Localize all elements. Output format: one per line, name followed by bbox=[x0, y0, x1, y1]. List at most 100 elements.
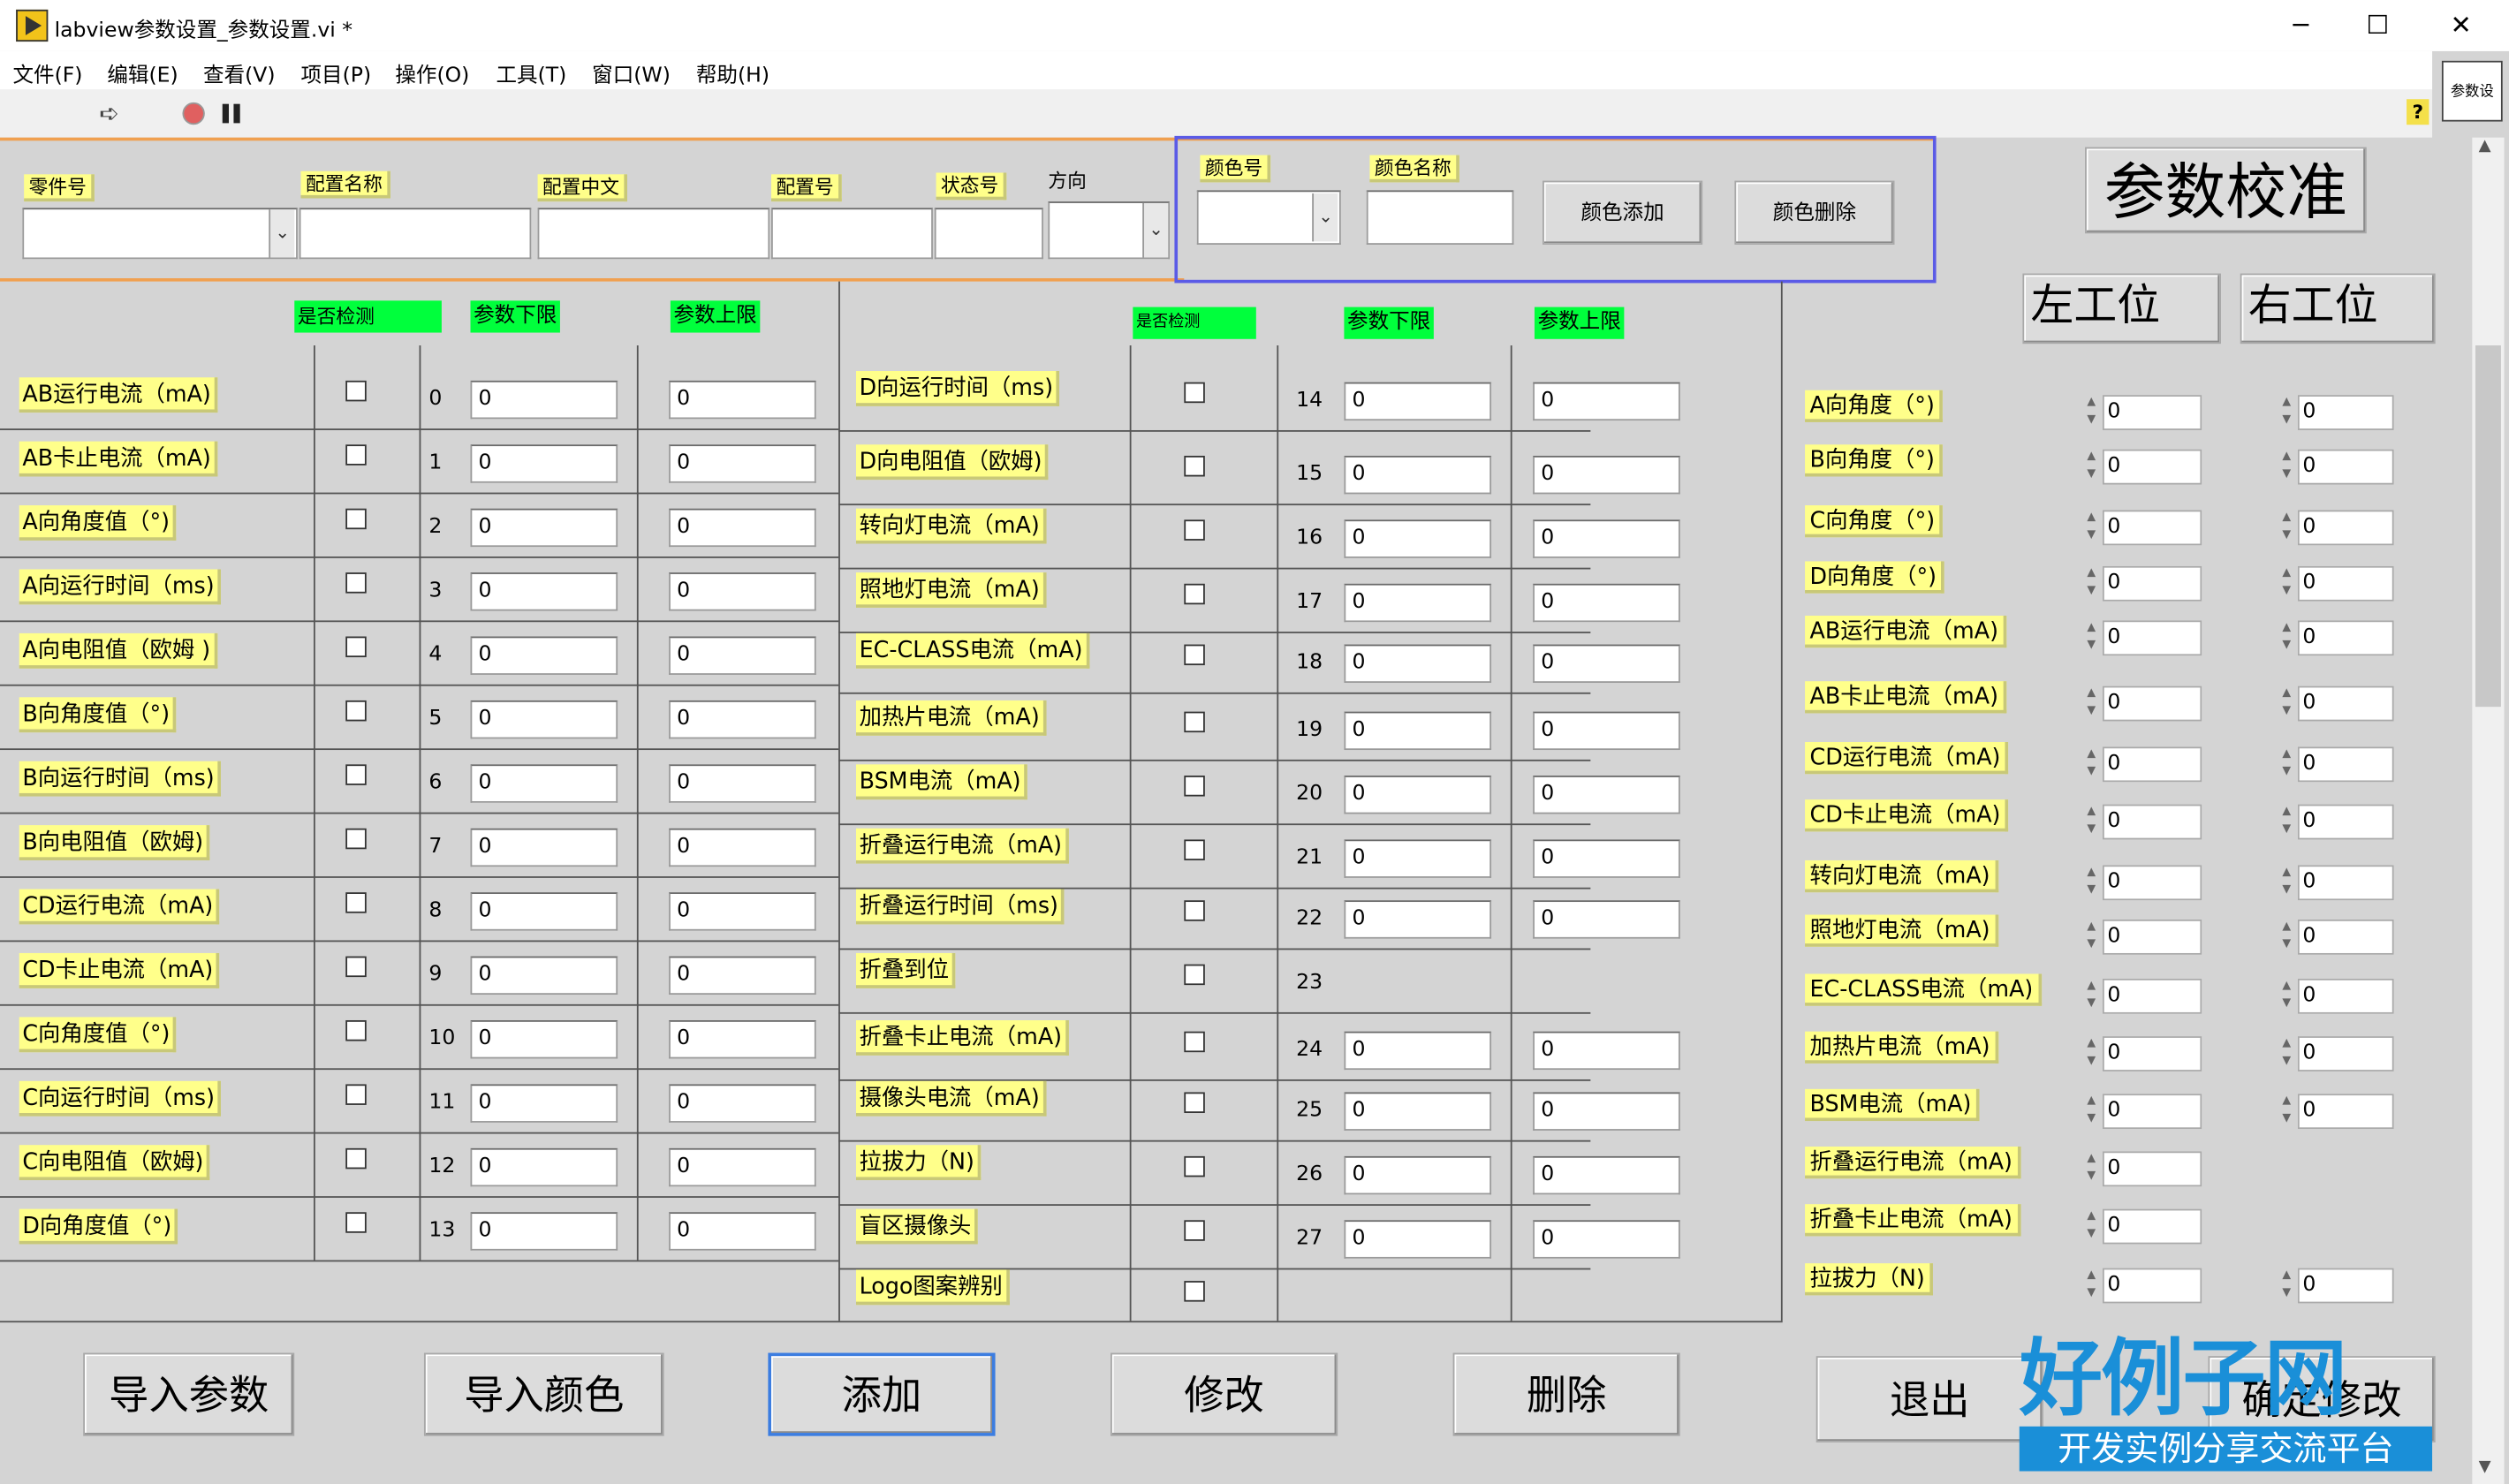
spinner-arrows-icon[interactable]: ▲​▼ bbox=[2083, 864, 2099, 902]
config-no-input[interactable] bbox=[771, 208, 933, 260]
param-check-checkbox[interactable] bbox=[345, 444, 367, 466]
color-add-button[interactable]: 颜色添加 bbox=[1543, 180, 1703, 245]
param-lower-input[interactable]: 0 bbox=[470, 956, 618, 996]
calib-left-input[interactable]: 0 bbox=[2102, 865, 2202, 901]
calib-right-input[interactable]: 0 bbox=[2297, 865, 2394, 901]
param-lower-input[interactable]: 0 bbox=[1344, 1031, 1492, 1071]
param-upper-input[interactable]: 0 bbox=[1533, 382, 1680, 421]
spinner-arrows-icon[interactable]: ▲​▼ bbox=[2083, 393, 2099, 431]
param-lower-input[interactable]: 0 bbox=[470, 700, 618, 739]
param-lower-input[interactable]: 0 bbox=[470, 444, 618, 483]
spinner-arrows-icon[interactable]: ▲​▼ bbox=[2083, 619, 2099, 657]
spinner-arrows-icon[interactable]: ▲​▼ bbox=[2083, 509, 2099, 547]
delete-button[interactable]: 删除 bbox=[1452, 1352, 1680, 1436]
calib-right-input[interactable]: 0 bbox=[2297, 620, 2394, 656]
param-lower-input[interactable]: 0 bbox=[470, 1019, 618, 1059]
param-check-checkbox[interactable] bbox=[1184, 964, 1205, 986]
pause-icon[interactable] bbox=[222, 103, 230, 124]
param-upper-input[interactable]: 0 bbox=[1533, 1220, 1680, 1259]
spinner-arrows-icon[interactable]: ▲​▼ bbox=[2278, 977, 2294, 1015]
param-lower-input[interactable]: 0 bbox=[1344, 1092, 1492, 1131]
calib-left-input[interactable]: 0 bbox=[2102, 565, 2202, 602]
param-check-checkbox[interactable] bbox=[345, 380, 367, 402]
param-upper-input[interactable]: 0 bbox=[669, 1147, 816, 1187]
scroll-up-icon[interactable]: ▲ bbox=[2479, 138, 2491, 155]
import-colors-button[interactable]: 导入颜色 bbox=[423, 1352, 664, 1436]
param-upper-input[interactable]: 0 bbox=[1533, 1155, 1680, 1195]
import-params-button[interactable]: 导入参数 bbox=[83, 1352, 295, 1436]
param-lower-input[interactable]: 0 bbox=[1344, 711, 1492, 751]
spinner-arrows-icon[interactable]: ▲​▼ bbox=[2278, 1034, 2294, 1072]
calib-right-input[interactable]: 0 bbox=[2297, 1094, 2394, 1130]
spinner-arrows-icon[interactable]: ▲​▼ bbox=[2083, 746, 2099, 784]
calib-left-input[interactable]: 0 bbox=[2102, 510, 2202, 546]
spinner-arrows-icon[interactable]: ▲​▼ bbox=[2278, 685, 2294, 723]
spinner-arrows-icon[interactable]: ▲​▼ bbox=[2083, 803, 2099, 841]
calib-right-input[interactable]: 0 bbox=[2297, 449, 2394, 485]
modify-button[interactable]: 修改 bbox=[1110, 1352, 1338, 1436]
calib-right-input[interactable]: 0 bbox=[2297, 565, 2394, 602]
calib-right-input[interactable]: 0 bbox=[2297, 395, 2394, 430]
param-check-checkbox[interactable] bbox=[1184, 1092, 1205, 1113]
param-upper-input[interactable]: 0 bbox=[1533, 455, 1680, 495]
chevron-down-icon[interactable]: ⌄ bbox=[1312, 193, 1338, 242]
param-check-checkbox[interactable] bbox=[1184, 1281, 1205, 1302]
chevron-down-icon[interactable]: ⌄ bbox=[269, 209, 295, 258]
menu-operate[interactable]: 操作(O) bbox=[395, 57, 469, 87]
param-lower-input[interactable]: 0 bbox=[470, 1084, 618, 1123]
calib-left-input[interactable]: 0 bbox=[2102, 1094, 2202, 1130]
scroll-thumb[interactable] bbox=[2475, 345, 2501, 708]
param-lower-input[interactable]: 0 bbox=[470, 892, 618, 931]
param-upper-input[interactable]: 0 bbox=[669, 1019, 816, 1059]
param-check-checkbox[interactable] bbox=[345, 956, 367, 978]
param-lower-input[interactable]: 0 bbox=[470, 764, 618, 803]
param-upper-input[interactable]: 0 bbox=[669, 892, 816, 931]
part-no-select[interactable] bbox=[22, 208, 298, 260]
abort-icon[interactable] bbox=[182, 102, 205, 125]
param-upper-input[interactable]: 0 bbox=[669, 380, 816, 420]
exit-button[interactable]: 退出 bbox=[1815, 1356, 2043, 1442]
param-check-checkbox[interactable] bbox=[345, 1084, 367, 1105]
param-upper-input[interactable]: 0 bbox=[669, 444, 816, 483]
param-upper-input[interactable]: 0 bbox=[1533, 583, 1680, 623]
param-upper-input[interactable]: 0 bbox=[669, 828, 816, 867]
spinner-arrows-icon[interactable]: ▲​▼ bbox=[2278, 509, 2294, 547]
spinner-arrows-icon[interactable]: ▲​▼ bbox=[2083, 977, 2099, 1015]
calib-right-input[interactable]: 0 bbox=[2297, 1268, 2394, 1304]
param-lower-input[interactable]: 0 bbox=[1344, 1220, 1492, 1259]
param-upper-input[interactable]: 0 bbox=[669, 1212, 816, 1251]
param-lower-input[interactable]: 0 bbox=[1344, 839, 1492, 878]
config-cn-input[interactable] bbox=[537, 208, 770, 260]
param-check-checkbox[interactable] bbox=[345, 1147, 367, 1170]
calib-right-input[interactable]: 0 bbox=[2297, 1036, 2394, 1071]
spinner-arrows-icon[interactable]: ▲​▼ bbox=[2083, 448, 2099, 486]
param-lower-input[interactable]: 0 bbox=[1344, 900, 1492, 939]
param-lower-input[interactable]: 0 bbox=[470, 380, 618, 420]
param-check-checkbox[interactable] bbox=[1184, 1220, 1205, 1241]
spinner-arrows-icon[interactable]: ▲​▼ bbox=[2278, 393, 2294, 431]
calib-left-input[interactable]: 0 bbox=[2102, 919, 2202, 955]
param-check-checkbox[interactable] bbox=[345, 572, 367, 594]
menu-edit[interactable]: 编辑(E) bbox=[107, 57, 178, 87]
color-delete-button[interactable]: 颜色删除 bbox=[1734, 180, 1895, 245]
menu-window[interactable]: 窗口(W) bbox=[592, 57, 671, 87]
param-check-checkbox[interactable] bbox=[1184, 839, 1205, 860]
param-upper-input[interactable]: 0 bbox=[669, 1084, 816, 1123]
spinner-arrows-icon[interactable]: ▲​▼ bbox=[2083, 564, 2099, 602]
param-upper-input[interactable]: 0 bbox=[1533, 711, 1680, 751]
param-check-checkbox[interactable] bbox=[345, 1212, 367, 1233]
param-check-checkbox[interactable] bbox=[1184, 644, 1205, 666]
param-check-checkbox[interactable] bbox=[345, 892, 367, 913]
calib-right-input[interactable]: 0 bbox=[2297, 919, 2394, 955]
calib-left-input[interactable]: 0 bbox=[2102, 978, 2202, 1014]
spinner-arrows-icon[interactable]: ▲​▼ bbox=[2083, 685, 2099, 723]
menu-view[interactable]: 查看(V) bbox=[203, 57, 276, 87]
help-icon[interactable]: ? bbox=[2407, 99, 2429, 125]
config-name-input[interactable] bbox=[299, 208, 532, 260]
param-upper-input[interactable]: 0 bbox=[669, 572, 816, 611]
param-upper-input[interactable]: 0 bbox=[669, 764, 816, 803]
menu-file[interactable]: 文件(F) bbox=[12, 57, 82, 87]
calib-right-input[interactable]: 0 bbox=[2297, 510, 2394, 546]
run-arrow-icon[interactable]: ➪ bbox=[99, 99, 119, 128]
menu-help[interactable]: 帮助(H) bbox=[696, 57, 769, 87]
